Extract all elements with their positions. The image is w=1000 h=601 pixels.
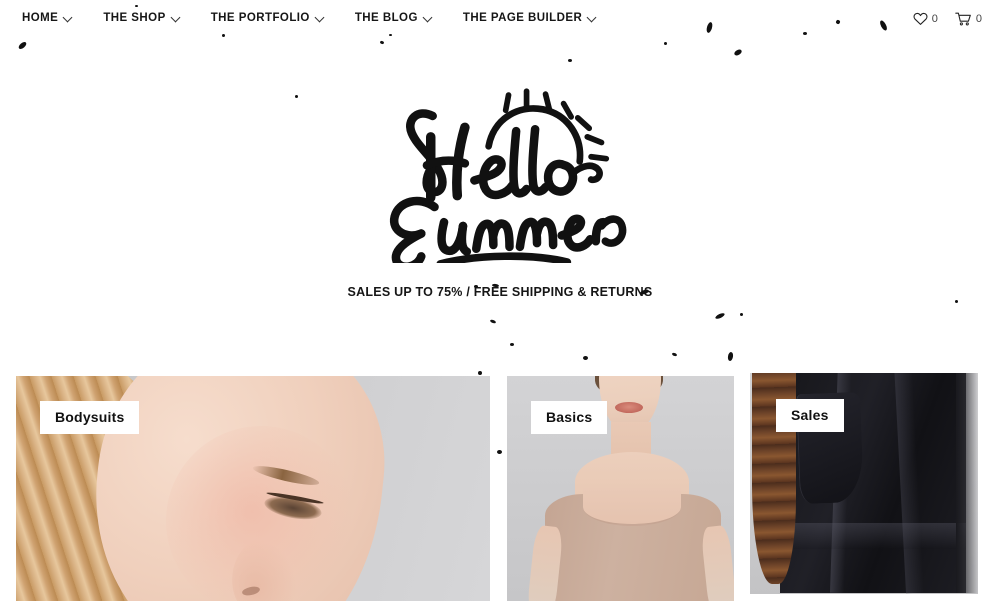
cart-count: 0 [975,12,982,25]
category-card-bodysuits[interactable]: Bodysuits [16,376,490,601]
category-card-basics[interactable]: Basics [507,376,734,601]
wishlist-button[interactable]: 0 [913,12,938,26]
chevron-down-icon [422,12,433,22]
chevron-down-icon [586,12,597,22]
nav-item-the-blog[interactable]: THE BLOG [354,12,447,25]
category-label-sales: Sales [776,399,844,432]
nav-item-home[interactable]: HOME [22,12,87,25]
heart-icon [913,12,928,26]
nav-item-the-shop[interactable]: THE SHOP [103,12,194,25]
nav-item-label: THE PORTFOLIO [210,12,310,25]
chevron-down-icon [62,12,73,22]
nav-item-the-portfolio[interactable]: THE PORTFOLIO [210,12,339,25]
category-label-bodysuits: Bodysuits [40,401,140,434]
nav-item-label: THE BLOG [354,12,418,25]
hello-summer-script-logo [370,78,630,263]
category-label-basics: Basics [531,401,608,434]
nav-item-label: THE PAGE BUILDER [462,12,583,25]
category-cards: Bodysuits Basics Sales [0,371,1000,601]
hero-section: SALES UP TO 75% / FREE SHIPPING & RETURN… [0,38,1000,368]
cart-icon [955,12,972,26]
wishlist-count: 0 [931,12,938,25]
category-card-sales[interactable]: Sales [750,373,978,594]
chevron-down-icon [314,12,325,22]
cart-button[interactable]: 0 [955,12,982,26]
site-header: HOME THE SHOP THE PORTFOLIO THE BLOG THE… [0,0,1000,38]
chevron-down-icon [170,12,181,22]
nav-item-the-page-builder[interactable]: THE PAGE BUILDER [462,12,611,25]
nav-item-label: THE SHOP [103,12,166,25]
hero-tagline: SALES UP TO 75% / FREE SHIPPING & RETURN… [347,285,653,299]
nav-item-label: HOME [22,12,59,25]
header-actions: 0 0 [913,0,982,38]
main-navigation: HOME THE SHOP THE PORTFOLIO THE BLOG THE… [22,12,611,25]
page-root: HOME THE SHOP THE PORTFOLIO THE BLOG THE… [0,0,1000,601]
